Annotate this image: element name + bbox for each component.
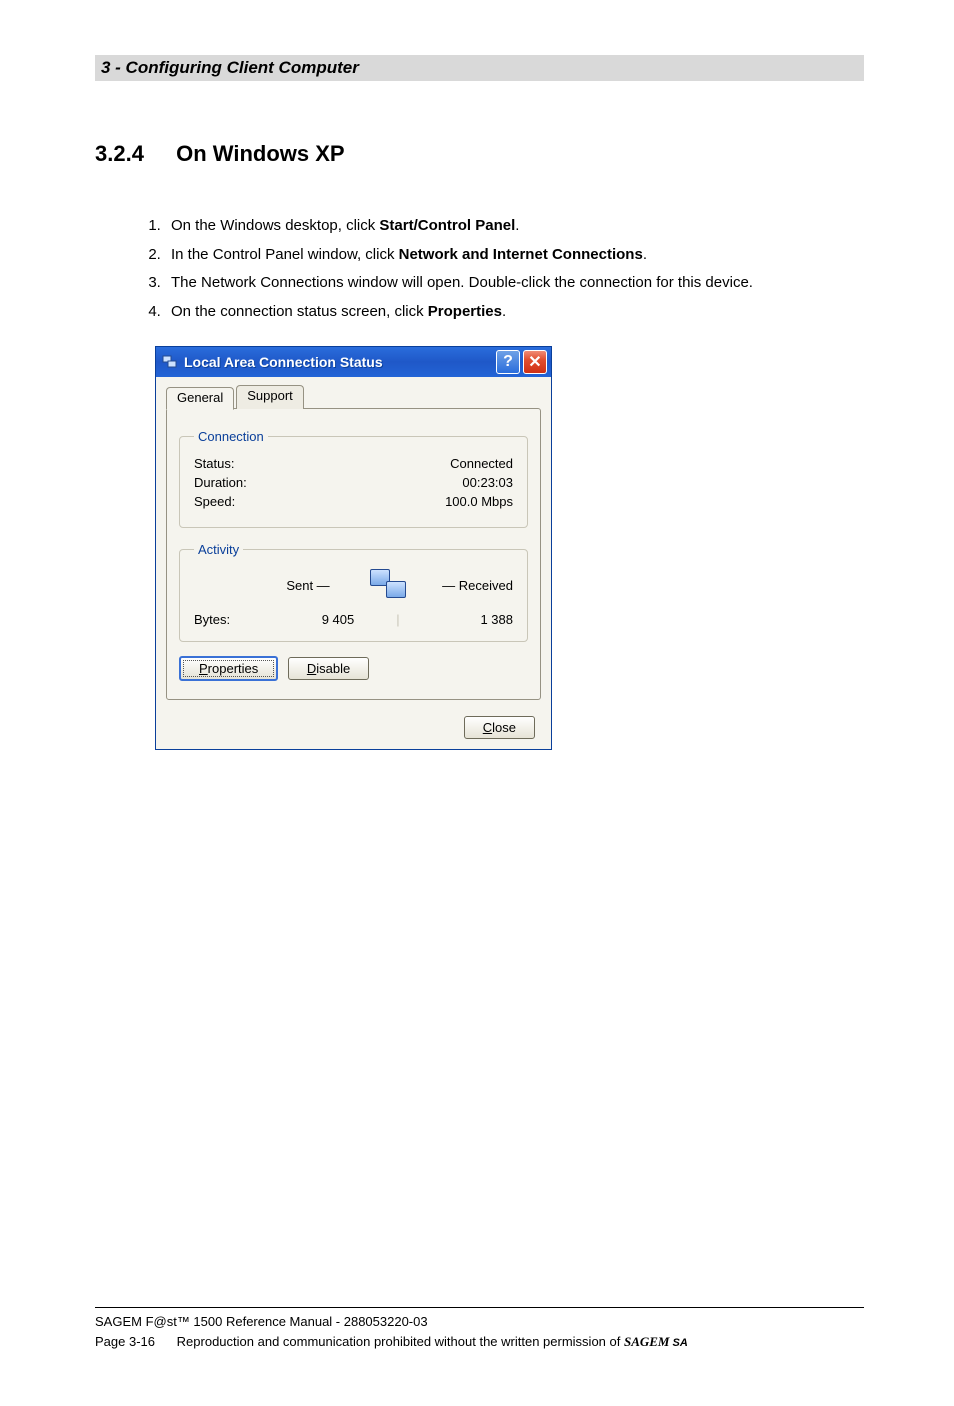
titlebar[interactable]: Local Area Connection Status ? ✕ xyxy=(156,347,551,377)
step-3: The Network Connections window will open… xyxy=(165,269,864,298)
section-title: On Windows XP xyxy=(176,141,344,166)
bytes-sent: 9 405 xyxy=(283,612,393,627)
brand-name: SAGEM xyxy=(624,1334,670,1349)
tab-strip: General Support xyxy=(166,387,541,409)
status-value: Connected xyxy=(450,456,513,471)
disable-button[interactable]: Disable xyxy=(288,657,369,680)
activity-network-icon xyxy=(368,569,408,599)
bytes-label: Bytes: xyxy=(194,612,283,627)
steps-list: On the Windows desktop, click Start/Cont… xyxy=(145,212,864,326)
section-heading: 3.2.4 On Windows XP xyxy=(95,141,864,167)
step-2: In the Control Panel window, click Netwo… xyxy=(165,241,864,270)
activity-fieldset: Activity Sent — — Received B xyxy=(179,542,528,642)
page-header: 3 - Configuring Client Computer xyxy=(95,55,864,81)
page-number: Page 3-16 xyxy=(95,1334,155,1349)
step-1: On the Windows desktop, click Start/Cont… xyxy=(165,212,864,241)
section-number: 3.2.4 xyxy=(95,141,170,167)
brand-suffix: SA xyxy=(670,1337,688,1349)
connection-fieldset: Connection Status: Connected Duration: 0… xyxy=(179,429,528,528)
speed-label: Speed: xyxy=(194,494,235,509)
activity-legend: Activity xyxy=(194,542,243,557)
received-label: — Received xyxy=(423,578,513,593)
close-button[interactable]: Close xyxy=(464,716,535,739)
connection-status-dialog: Local Area Connection Status ? ✕ General… xyxy=(155,346,552,750)
duration-label: Duration: xyxy=(194,475,247,490)
tab-general[interactable]: General xyxy=(166,387,234,410)
duration-value: 00:23:03 xyxy=(462,475,513,490)
tab-support[interactable]: Support xyxy=(236,385,304,409)
tab-panel: Connection Status: Connected Duration: 0… xyxy=(166,408,541,700)
chapter-title: 3 - Configuring Client Computer xyxy=(101,58,359,77)
sent-label: Sent — xyxy=(263,578,353,593)
help-button[interactable]: ? xyxy=(496,350,520,374)
dialog-title: Local Area Connection Status xyxy=(184,354,493,370)
status-label: Status: xyxy=(194,456,234,471)
footer-copyright: Reproduction and communication prohibite… xyxy=(177,1334,624,1349)
close-icon[interactable]: ✕ xyxy=(523,350,547,374)
connection-legend: Connection xyxy=(194,429,268,444)
step-4: On the connection status screen, click P… xyxy=(165,298,864,327)
network-icon xyxy=(162,354,178,370)
page-footer: SAGEM F@st™ 1500 Reference Manual - 2880… xyxy=(95,1307,864,1351)
footer-line1: SAGEM F@st™ 1500 Reference Manual - 2880… xyxy=(95,1312,864,1332)
bytes-received: 1 388 xyxy=(403,612,513,627)
speed-value: 100.0 Mbps xyxy=(445,494,513,509)
properties-button[interactable]: Properties xyxy=(179,656,278,681)
